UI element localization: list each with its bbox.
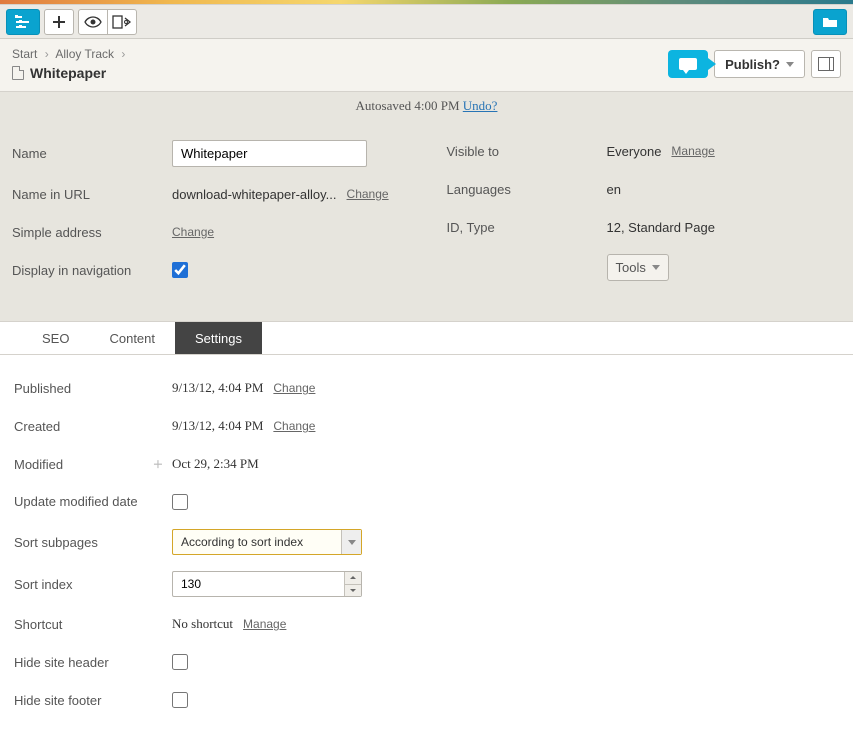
url-value: download-whitepaper-alloy...	[172, 187, 337, 202]
shortcut-label: Shortcut	[14, 617, 172, 632]
created-change-link[interactable]: Change	[273, 419, 315, 433]
tree-panel-toggle[interactable]	[6, 9, 40, 35]
sort-index-stepper[interactable]	[172, 571, 362, 597]
stepper-down[interactable]	[345, 585, 361, 597]
tab-seo[interactable]: SEO	[22, 322, 89, 354]
shortcut-manage-link[interactable]: Manage	[243, 617, 286, 631]
stepper-up[interactable]	[345, 572, 361, 585]
languages-value: en	[607, 182, 621, 197]
published-label: Published	[14, 381, 172, 396]
sort-subpages-value: According to sort index	[173, 535, 341, 549]
hide-footer-checkbox[interactable]	[172, 692, 188, 708]
chevron-down-icon	[786, 62, 794, 67]
hide-footer-label: Hide site footer	[14, 693, 172, 708]
visible-manage-link[interactable]: Manage	[671, 144, 714, 158]
chevron-down-icon	[348, 540, 356, 545]
compare-button[interactable]	[107, 9, 137, 35]
sort-subpages-select[interactable]: According to sort index	[172, 529, 362, 555]
publish-label: Publish?	[725, 57, 780, 72]
sort-subpages-label: Sort subpages	[14, 535, 172, 550]
comments-button[interactable]	[668, 50, 708, 78]
update-modified-label: Update modified date	[14, 494, 172, 511]
tab-settings[interactable]: Settings	[175, 322, 262, 354]
plus-icon	[52, 15, 66, 29]
compare-icon	[112, 15, 132, 29]
created-value: 9/13/12, 4:04 PM	[172, 418, 263, 434]
modified-label: Modified ✕	[14, 457, 172, 472]
eye-icon	[84, 16, 102, 28]
update-modified-checkbox[interactable]	[172, 494, 188, 510]
visible-value: Everyone	[607, 144, 662, 159]
idtype-label: ID, Type	[447, 220, 607, 235]
sort-index-label: Sort index	[14, 577, 172, 592]
published-change-link[interactable]: Change	[273, 381, 315, 395]
tree-icon	[15, 15, 31, 29]
visible-label: Visible to	[447, 144, 607, 159]
languages-label: Languages	[447, 182, 607, 197]
layout-icon	[818, 57, 834, 71]
layout-toggle-button[interactable]	[811, 50, 841, 78]
tools-dropdown[interactable]: Tools	[607, 254, 669, 281]
autosave-bar: Autosaved 4:00 PM Undo?	[0, 92, 853, 120]
simple-address-change-link[interactable]: Change	[172, 225, 214, 239]
sort-index-input[interactable]	[173, 577, 344, 591]
chevron-right-icon: ›	[121, 47, 125, 61]
url-label: Name in URL	[12, 187, 172, 202]
published-value: 9/13/12, 4:04 PM	[172, 380, 263, 396]
modified-value: Oct 29, 2:34 PM	[172, 456, 259, 472]
autosave-text: Autosaved 4:00 PM	[356, 98, 460, 113]
breadcrumb: Start › Alloy Track ›	[12, 47, 129, 61]
tools-label: Tools	[616, 260, 646, 275]
undo-link[interactable]: Undo?	[463, 98, 498, 113]
preview-button[interactable]	[78, 9, 108, 35]
display-nav-label: Display in navigation	[12, 263, 172, 278]
hide-header-label: Hide site header	[14, 655, 172, 670]
created-label: Created	[14, 419, 172, 434]
chevron-down-icon	[652, 265, 660, 270]
shortcut-value: No shortcut	[172, 616, 233, 632]
settings-panel: Published 9/13/12, 4:04 PM Change Create…	[0, 355, 853, 749]
chevron-right-icon: ›	[45, 47, 49, 61]
toolbar	[0, 4, 853, 39]
folder-icon	[822, 16, 838, 28]
speech-bubble-icon	[679, 58, 697, 70]
hide-header-checkbox[interactable]	[172, 654, 188, 670]
breadcrumb-start[interactable]: Start	[12, 47, 37, 61]
header: Start › Alloy Track › Whitepaper Publish…	[0, 39, 853, 92]
simple-address-label: Simple address	[12, 225, 172, 240]
tab-content[interactable]: Content	[89, 322, 175, 354]
name-label: Name	[12, 146, 172, 161]
tabs: SEO Content Settings	[0, 321, 853, 355]
publish-button[interactable]: Publish?	[714, 50, 805, 78]
idtype-value: 12, Standard Page	[607, 220, 715, 235]
add-button[interactable]	[44, 9, 74, 35]
assets-panel-toggle[interactable]	[813, 9, 847, 35]
properties-form: Name Name in URL download-whitepaper-all…	[0, 120, 853, 321]
name-input[interactable]	[172, 140, 367, 167]
page-title: Whitepaper	[30, 65, 106, 81]
document-icon	[12, 66, 24, 80]
breadcrumb-track[interactable]: Alloy Track	[55, 47, 114, 61]
display-nav-checkbox[interactable]	[172, 262, 188, 278]
url-change-link[interactable]: Change	[347, 187, 389, 201]
pin-icon: ✕	[150, 456, 166, 472]
